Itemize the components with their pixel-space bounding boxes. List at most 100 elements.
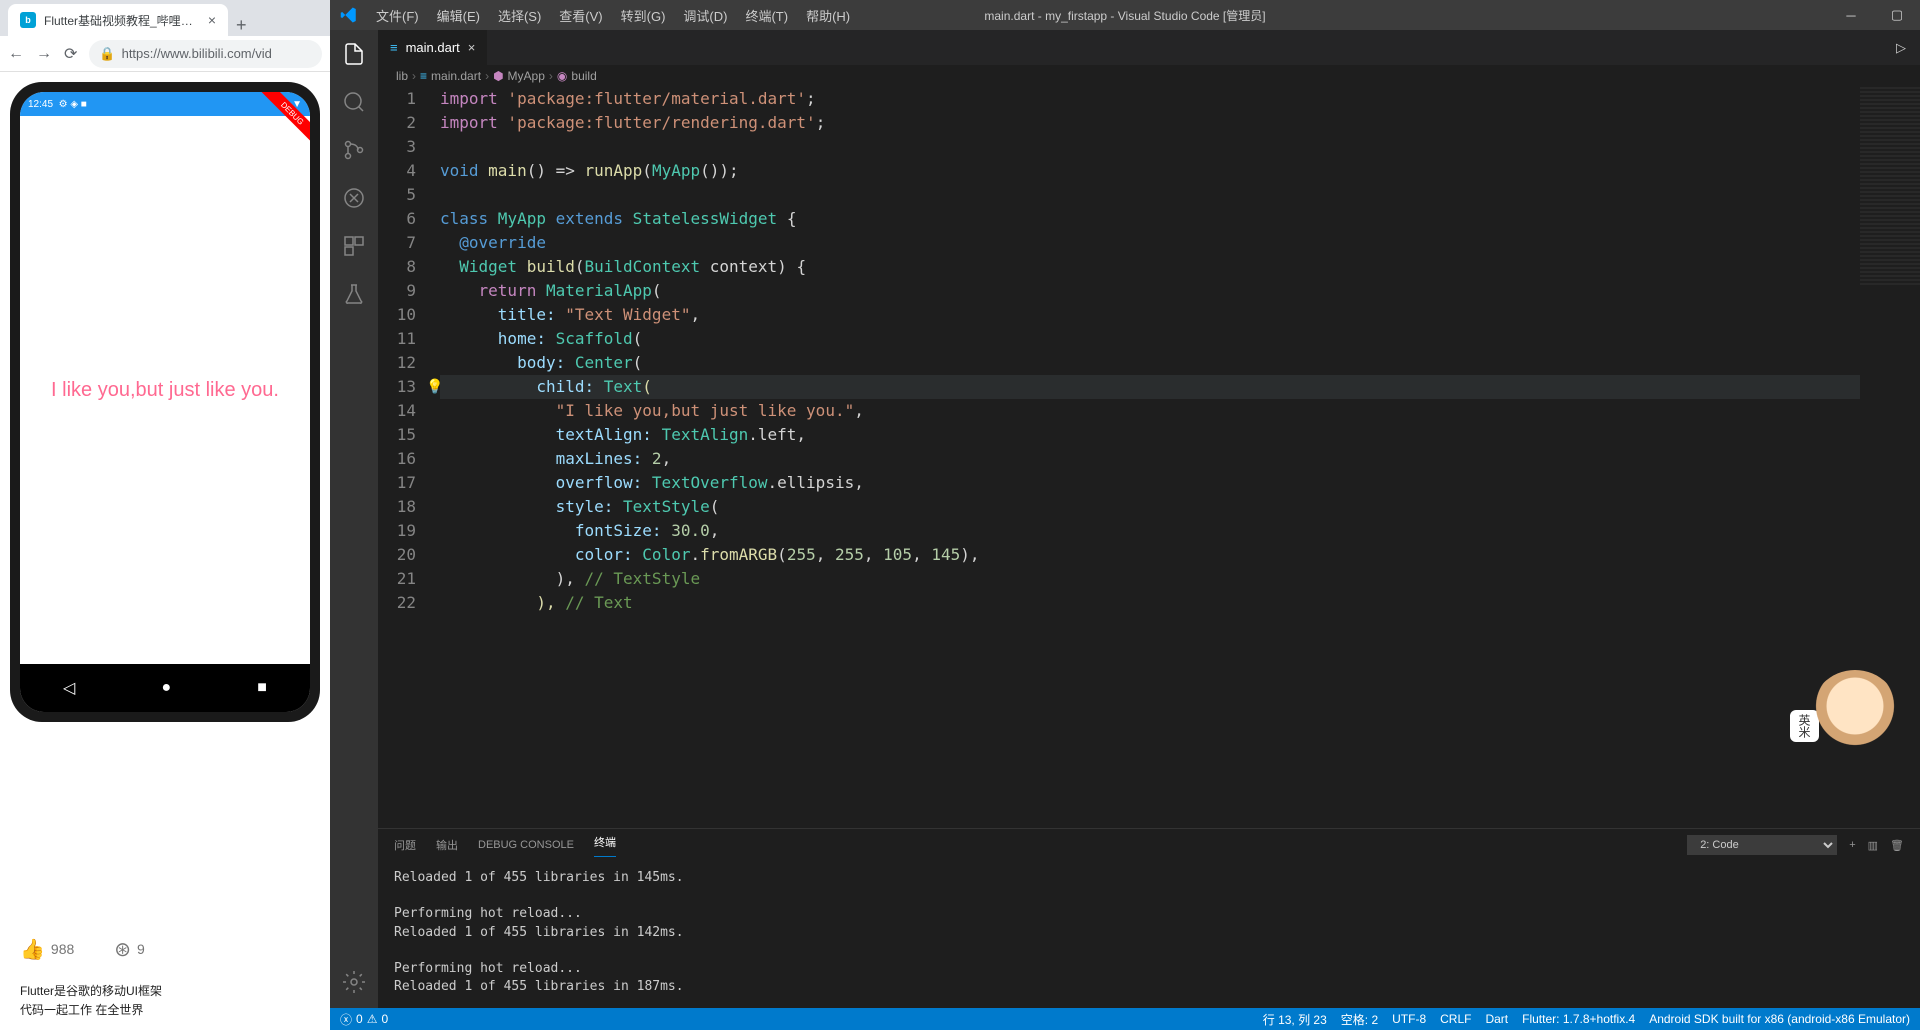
coin-icon[interactable]: ⊛: [114, 937, 131, 962]
dart-icon: ≡: [420, 69, 427, 83]
panel-tab[interactable]: DEBUG CONSOLE: [478, 839, 574, 851]
settings-gear-icon[interactable]: [340, 968, 368, 996]
line-number: 7: [378, 231, 416, 255]
line-number: 11: [378, 327, 416, 351]
line-number: 3: [378, 135, 416, 159]
nav-back-icon[interactable]: ◁: [63, 678, 75, 698]
anime-overlay: 英米: [1790, 670, 1900, 800]
url-text: https://www.bilibili.com/vid: [122, 46, 272, 61]
coin-count: 9: [137, 941, 145, 957]
editor-tabs: ≡ main.dart × ▷: [378, 30, 1920, 65]
thumb-up-icon[interactable]: 👍: [20, 937, 45, 962]
debug-icon[interactable]: [340, 184, 368, 212]
menu-item[interactable]: 查看(V): [551, 2, 610, 29]
tab-title: Flutter基础视频教程_哔哩哔哩 (: [44, 12, 200, 29]
editor-column: ≡ main.dart × ▷ lib › ≡ main.dart › ⬢ My…: [378, 30, 1920, 1008]
nav-home-icon[interactable]: ●: [161, 679, 171, 697]
explorer-icon[interactable]: [340, 40, 368, 68]
code-editor[interactable]: 💡 12345678910111213141516171819202122 im…: [378, 87, 1920, 828]
menu-item[interactable]: 帮助(H): [798, 2, 858, 29]
menu-item[interactable]: 编辑(E): [429, 2, 488, 29]
menu-bar: 文件(F)编辑(E)选择(S)查看(V)转到(G)调试(D)终端(T)帮助(H): [368, 2, 858, 29]
panel-tab[interactable]: 终端: [594, 834, 616, 857]
line-number: 15: [378, 423, 416, 447]
reload-icon[interactable]: ⟳: [64, 44, 77, 64]
lightbulb-icon[interactable]: 💡: [426, 375, 443, 399]
bilibili-icon: b: [20, 12, 36, 28]
line-number: 13: [378, 375, 416, 399]
errors-badge[interactable]: ⓧ 0 ⚠ 0: [340, 1011, 388, 1028]
activity-bar: [330, 30, 378, 1008]
source-control-icon[interactable]: [340, 136, 368, 164]
code-lines[interactable]: import 'package:flutter/material.dart'; …: [440, 87, 1860, 828]
status-icons: ⚙ ◈ ■: [59, 99, 87, 110]
menu-item[interactable]: 转到(G): [613, 2, 674, 29]
terminal-output[interactable]: Reloaded 1 of 455 libraries in 145ms. Pe…: [378, 861, 1920, 1008]
bc-file[interactable]: main.dart: [431, 69, 481, 83]
browser-tab[interactable]: b Flutter基础视频教程_哔哩哔哩 ( ×: [8, 4, 228, 36]
status-time: 12:45: [28, 99, 53, 110]
new-tab-button[interactable]: +: [228, 15, 255, 36]
menu-item[interactable]: 终端(T): [737, 2, 796, 29]
vscode-window: 文件(F)编辑(E)选择(S)查看(V)转到(G)调试(D)终端(T)帮助(H)…: [330, 0, 1920, 1030]
breadcrumb[interactable]: lib › ≡ main.dart › ⬢ MyApp › ◉ build: [378, 65, 1920, 87]
browser-tab-strip: b Flutter基础视频教程_哔哩哔哩 ( × +: [0, 0, 330, 36]
android-emulator: 12:45 ⚙ ◈ ■ ▼ DEBUG I like you,but just …: [0, 72, 330, 927]
lock-icon: 🔒: [99, 46, 115, 62]
split-terminal-icon[interactable]: ▥: [1868, 839, 1878, 852]
phone-screen[interactable]: 12:45 ⚙ ◈ ■ ▼ DEBUG I like you,but just …: [20, 92, 310, 712]
class-icon: ⬢: [493, 69, 503, 83]
line-number: 21: [378, 567, 416, 591]
line-number: 22: [378, 591, 416, 615]
forward-icon[interactable]: →: [36, 45, 52, 63]
menu-item[interactable]: 调试(D): [675, 2, 735, 29]
indent-status[interactable]: 空格: 2: [1341, 1011, 1378, 1028]
status-bar: ⓧ 0 ⚠ 0 行 13, 列 23 空格: 2 UTF-8 CRLF Dart…: [330, 1008, 1920, 1030]
line-number: 10: [378, 303, 416, 327]
phone-nav-bar: ◁ ● ■: [20, 664, 310, 712]
device-status[interactable]: Android SDK built for x86 (android-x86 E…: [1649, 1011, 1910, 1028]
url-input[interactable]: 🔒 https://www.bilibili.com/vid: [89, 40, 322, 68]
bc-method[interactable]: build: [571, 69, 596, 83]
method-icon: ◉: [557, 69, 567, 83]
panel-tab[interactable]: 问题: [394, 837, 416, 853]
line-number: 17: [378, 471, 416, 495]
flutter-status[interactable]: Flutter: 1.7.8+hotfix.4: [1522, 1011, 1635, 1028]
app-body: I like you,but just like you.: [20, 116, 310, 664]
maximize-icon[interactable]: ▢: [1874, 0, 1920, 30]
back-icon[interactable]: ←: [8, 45, 24, 63]
line-number: 16: [378, 447, 416, 471]
trash-icon[interactable]: 🗑: [1890, 839, 1904, 852]
terminal-select[interactable]: 2: Code: [1687, 835, 1837, 855]
run-icon[interactable]: ▷: [1882, 40, 1920, 56]
bc-lib[interactable]: lib: [396, 69, 408, 83]
minimize-icon[interactable]: ─: [1828, 0, 1874, 30]
flask-icon[interactable]: [340, 280, 368, 308]
vscode-logo-icon: [330, 6, 368, 24]
line-gutter: 12345678910111213141516171819202122: [378, 87, 440, 828]
panel-tab[interactable]: 输出: [436, 837, 458, 853]
line-number: 6: [378, 207, 416, 231]
bc-class[interactable]: MyApp: [508, 69, 545, 83]
close-file-icon[interactable]: ×: [468, 40, 476, 55]
encoding-status[interactable]: UTF-8: [1392, 1011, 1426, 1028]
line-number: 19: [378, 519, 416, 543]
address-bar: ← → ⟳ 🔒 https://www.bilibili.com/vid: [0, 36, 330, 72]
nav-recent-icon[interactable]: ■: [257, 679, 267, 697]
close-tab-icon[interactable]: ×: [208, 12, 216, 28]
eol-status[interactable]: CRLF: [1440, 1011, 1471, 1028]
title-bar: 文件(F)编辑(E)选择(S)查看(V)转到(G)调试(D)终端(T)帮助(H)…: [330, 0, 1920, 30]
bottom-panel: 问题 输出 DEBUG CONSOLE 终端 2: Code + ▥ 🗑 Reload…: [378, 828, 1920, 1008]
language-status[interactable]: Dart: [1485, 1011, 1508, 1028]
menu-item[interactable]: 选择(S): [490, 2, 549, 29]
file-tab-main-dart[interactable]: ≡ main.dart ×: [378, 30, 488, 65]
search-icon[interactable]: [340, 88, 368, 116]
line-number: 14: [378, 399, 416, 423]
cursor-position[interactable]: 行 13, 列 23: [1263, 1011, 1327, 1028]
new-terminal-icon[interactable]: +: [1849, 839, 1855, 851]
line-number: 20: [378, 543, 416, 567]
like-count: 988: [51, 941, 74, 957]
menu-item[interactable]: 文件(F): [368, 2, 427, 29]
anime-character-icon: [1810, 670, 1900, 760]
extensions-icon[interactable]: [340, 232, 368, 260]
